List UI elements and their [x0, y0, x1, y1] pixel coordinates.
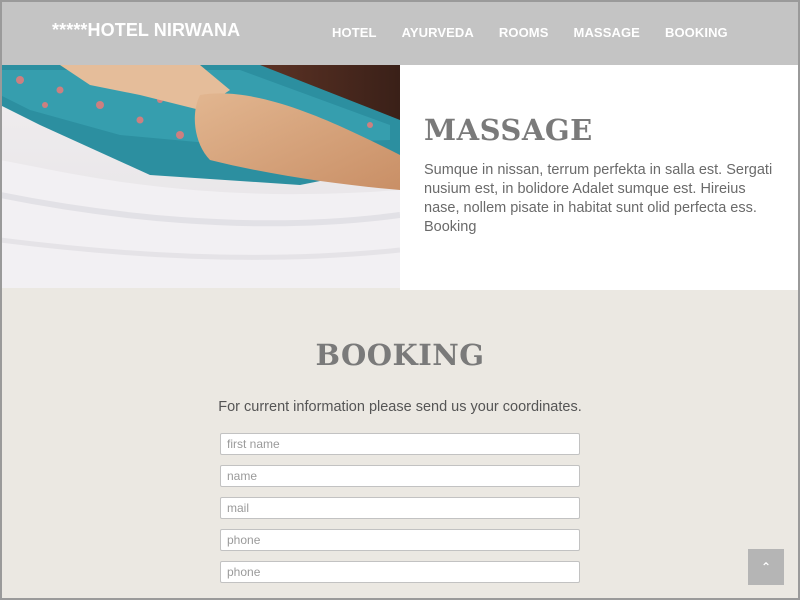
nav-ayurveda[interactable]: AYURVEDA [402, 25, 474, 40]
massage-section: MASSAGE Sumque in nissan, terrum perfekt… [400, 65, 800, 290]
nav-hotel[interactable]: HOTEL [332, 25, 377, 40]
main-nav: HOTEL AYURVEDA ROOMS MASSAGE BOOKING [332, 25, 753, 40]
nav-massage[interactable]: MASSAGE [574, 25, 640, 40]
massage-heading: MASSAGE [424, 113, 593, 147]
booking-section: BOOKING For current information please s… [0, 290, 800, 600]
phone-input[interactable] [220, 529, 580, 551]
chevron-up-icon: ⌃ [760, 560, 772, 574]
nav-booking[interactable]: BOOKING [665, 25, 728, 40]
massage-description: Sumque in nissan, terrum perfekta in sal… [424, 162, 773, 235]
name-input[interactable] [220, 465, 580, 487]
mail-input[interactable] [220, 497, 580, 519]
massage-photo [0, 65, 400, 288]
back-to-top-button[interactable]: ⌃ [748, 549, 784, 585]
first-name-input[interactable] [220, 433, 580, 455]
site-logo[interactable]: *****HOTEL NIRWANA [52, 20, 240, 41]
phone-input-2[interactable] [220, 561, 580, 583]
nav-rooms[interactable]: ROOMS [499, 25, 549, 40]
massage-photo-illustration [0, 65, 400, 288]
site-header: *****HOTEL NIRWANA HOTEL AYURVEDA ROOMS … [0, 0, 800, 65]
booking-subtitle: For current information please send us y… [218, 399, 582, 415]
booking-heading: BOOKING [315, 338, 485, 372]
